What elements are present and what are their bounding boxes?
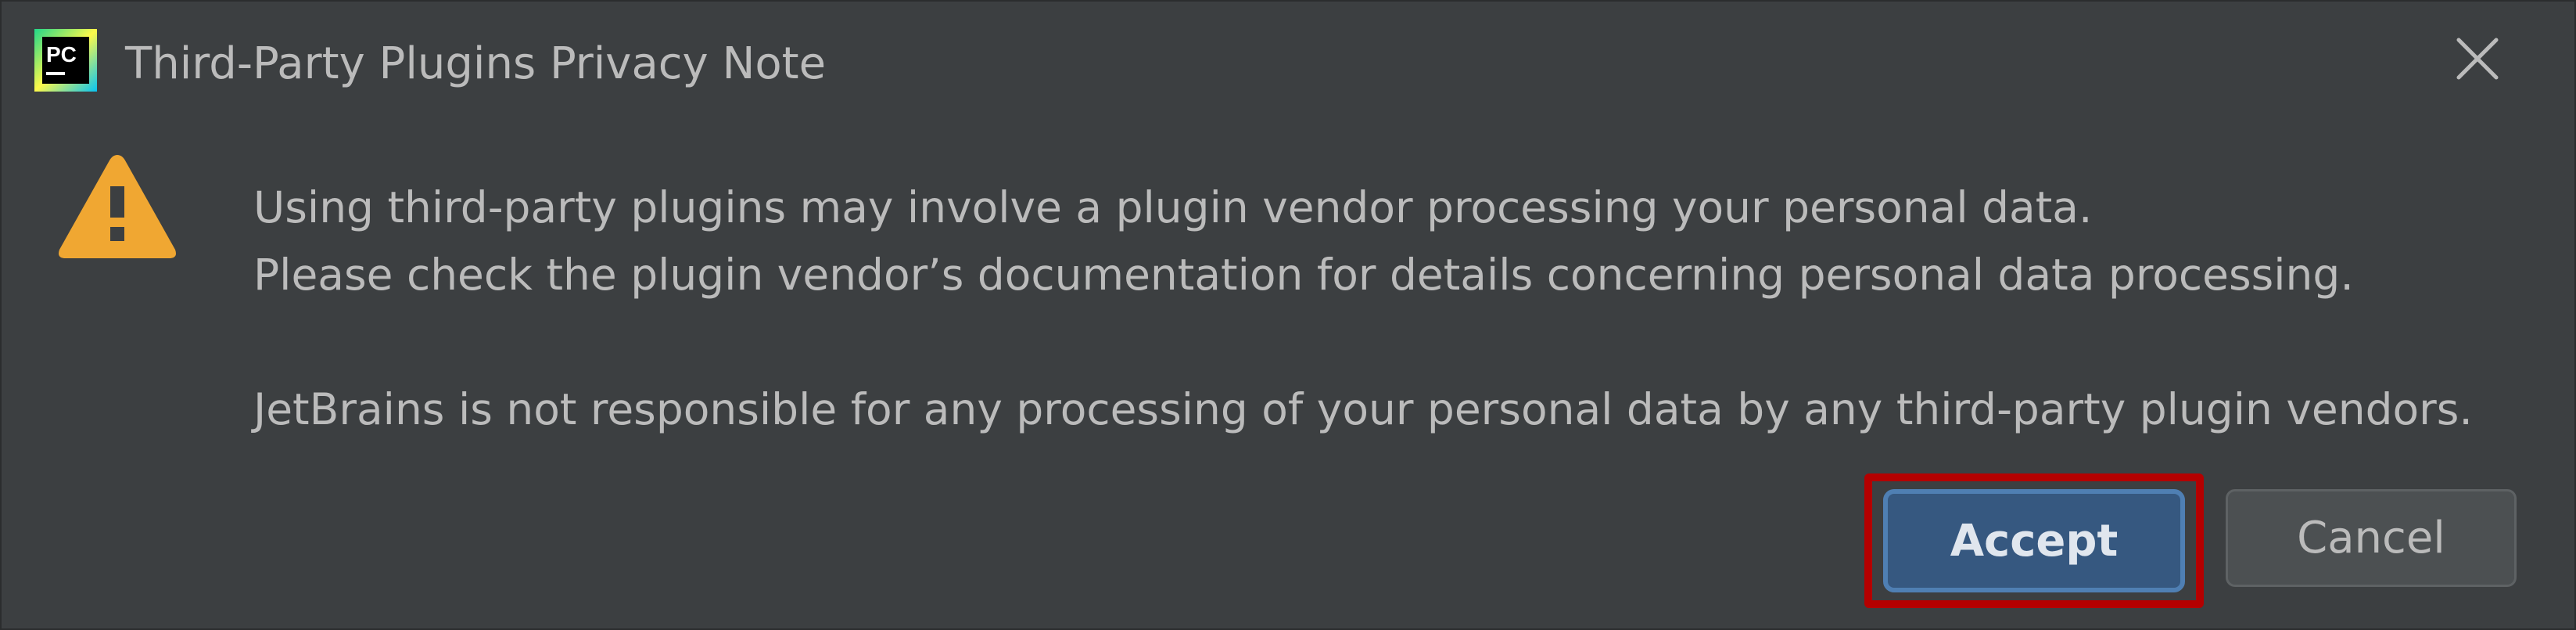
message-line: Using third-party plugins may involve a … <box>253 182 2093 232</box>
warning-icon <box>55 150 180 264</box>
app-icon-label: PC <box>46 42 77 67</box>
title-bar: PC Third-Party Plugins Privacy Note <box>2 2 2574 127</box>
message-line: JetBrains is not responsible for any pro… <box>253 384 2473 434</box>
privacy-note-dialog: PC Third-Party Plugins Privacy Note Usin… <box>0 0 2576 630</box>
dialog-title: Third-Party Plugins Privacy Note <box>125 38 827 89</box>
message-line: Please check the plugin vendor’s documen… <box>253 250 2354 300</box>
accept-button[interactable]: Accept <box>1883 489 2185 592</box>
cancel-button[interactable]: Cancel <box>2226 489 2517 587</box>
close-button[interactable] <box>2446 31 2509 86</box>
message-body: Using third-party plugins may involve a … <box>253 174 2473 443</box>
pycharm-icon: PC <box>34 29 97 92</box>
close-icon <box>2456 38 2499 80</box>
